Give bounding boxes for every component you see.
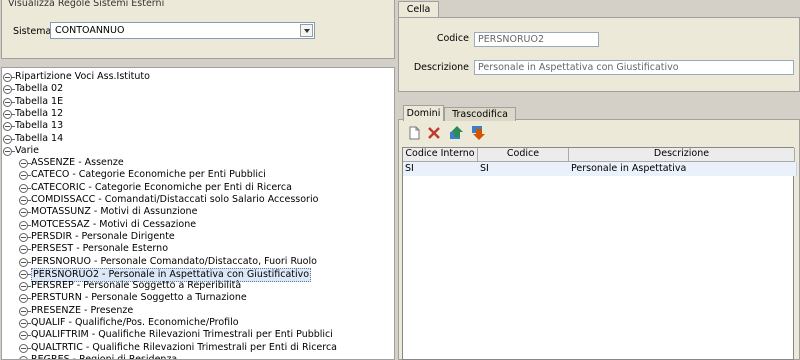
tree-item-label: PRESENZE - Presenze — [31, 304, 134, 316]
column-header[interactable]: Descrizione — [569, 148, 795, 162]
rules-tree[interactable]: Ripartizione Voci Ass.Istituto Tabella 02… — [1, 67, 395, 360]
tab-domini[interactable]: Domini — [403, 105, 444, 121]
descrizione-field[interactable]: Personale in Aspettativa con Giustificat… — [474, 60, 794, 75]
tree-item-label: MOTCESSAZ - Motivi di Cessazione — [31, 218, 197, 230]
sistema-group: Visualizza Regole Sistemi Esterni Sistem… — [1, 0, 395, 59]
tree-item-label: REGRES - Regioni di Residenza — [31, 353, 178, 360]
grid-cell[interactable]: SI — [478, 162, 571, 176]
tree-item-label: CATECO - Categorie Economiche per Enti P… — [31, 169, 266, 181]
tree-item-label: Tabella 14 — [15, 132, 64, 144]
tree-item-label: PERSTURN - Personale Soggetto a Turnazio… — [31, 292, 247, 304]
tree-item-label: QUALIFTRIM - Qualifiche Rilevazioni Trim… — [31, 329, 333, 341]
group-title: Visualizza Regole Sistemi Esterni — [6, 0, 167, 9]
grid-cell[interactable]: SI — [403, 162, 480, 176]
tree-item-label: PERSEST - Personale Esterno — [31, 243, 169, 255]
chevron-down-icon[interactable] — [300, 24, 313, 37]
tree-item-label: MOTASSUNZ - Motivi di Assunzione — [31, 206, 198, 218]
tree-item-label: QUALTRTIC - Qualifiche Rilevazioni Trime… — [31, 341, 338, 353]
expand-icon[interactable] — [19, 355, 28, 359]
tree-item-label: Tabella 13 — [15, 120, 64, 132]
move-down-icon[interactable] — [471, 126, 485, 140]
move-up-icon[interactable] — [449, 126, 463, 140]
tree-item-label: PERSREP - Personale Soggetto a Reperibil… — [31, 280, 242, 292]
tree-item-label: Tabella 02 — [15, 83, 64, 95]
tree-item-label: Varie — [15, 144, 39, 156]
codice-field[interactable]: PERSNORUO2 — [474, 32, 599, 47]
delete-icon[interactable] — [427, 126, 441, 140]
grid-cell[interactable]: Personale in Aspettativa — [569, 162, 797, 176]
tree-item-label: Tabella 1E — [15, 95, 64, 107]
tree-item-label: Tabella 12 — [15, 107, 64, 119]
cella-panel: Codice PERSNORUO2 Descrizione Personale … — [398, 17, 800, 92]
descrizione-label: Descrizione — [413, 62, 469, 73]
tree-item-label: PERSNORUO - Personale Comandato/Distacca… — [31, 255, 317, 267]
codice-label: Codice — [436, 33, 469, 44]
tree-item-label: Ripartizione Voci Ass.Istituto — [15, 71, 150, 82]
tree-item-label: COMDISSACC - Comandati/Distaccati solo S… — [31, 194, 319, 205]
tree-item-label: QUALIF - Qualifiche/Pos. Economiche/Prof… — [31, 317, 239, 328]
sistema-value: CONTOANNUO — [55, 25, 125, 36]
new-icon[interactable] — [407, 126, 421, 140]
sistema-label: Sistema — [13, 26, 52, 37]
sistema-select[interactable]: CONTOANNUO — [50, 22, 315, 39]
tree-item-label: CATECORIC - Categorie Economiche per Ent… — [31, 181, 292, 193]
column-header[interactable]: Codice — [478, 148, 569, 162]
domini-grid[interactable]: Codice Interno Codice Descrizione SI SI … — [402, 147, 797, 360]
column-header[interactable]: Codice Interno — [403, 148, 478, 162]
tab-cella[interactable]: Cella — [398, 1, 439, 18]
tree-item-label: PERSDIR - Personale Dirigente — [31, 230, 175, 242]
domini-toolbar — [407, 126, 497, 142]
tab-trascodifica[interactable]: Trascodifica — [444, 107, 516, 121]
tree-item-label: ASSENZE - Assenze — [31, 157, 124, 169]
